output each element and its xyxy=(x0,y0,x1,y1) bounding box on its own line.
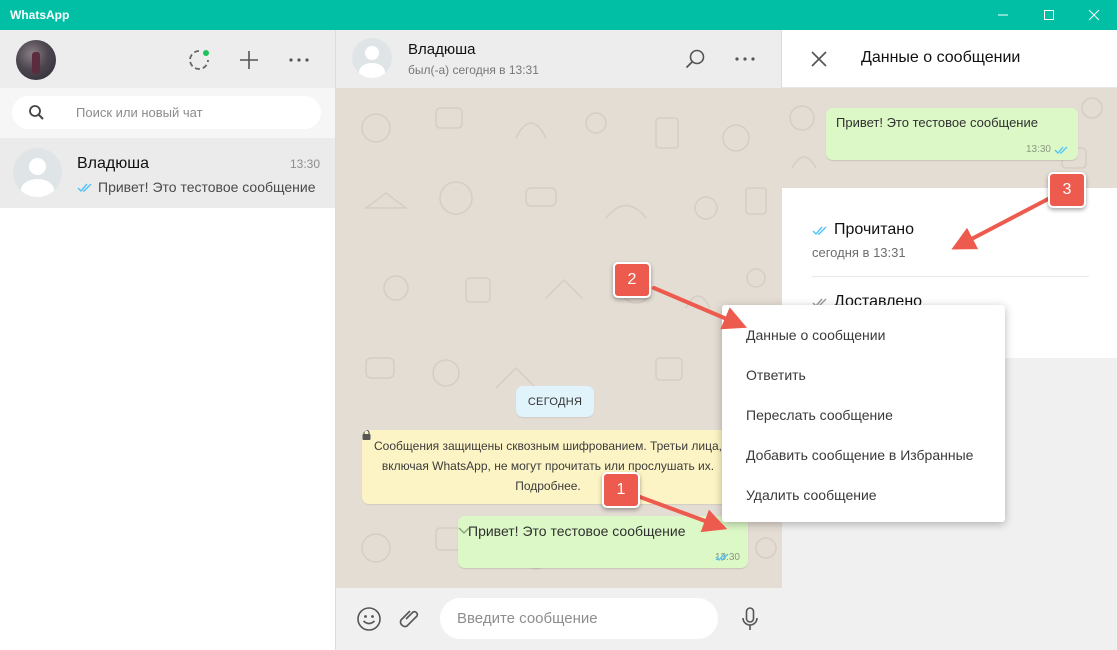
outgoing-message[interactable]: Привет! Это тестовое сообщение 13:30 xyxy=(458,516,748,568)
contact-avatar xyxy=(13,148,62,197)
status-icon xyxy=(189,50,209,70)
new-chat-button[interactable] xyxy=(237,48,261,72)
menu-button[interactable] xyxy=(287,48,311,72)
message-composer xyxy=(336,588,782,650)
chat-preview-text: Привет! Это тестовое сообщение xyxy=(98,179,316,195)
more-dots-icon xyxy=(735,57,755,61)
minimize-icon xyxy=(998,14,1008,16)
search-icon xyxy=(685,49,705,69)
more-dots-icon xyxy=(289,58,309,62)
double-check-icon xyxy=(812,226,827,235)
annotation-badge-2: 2 xyxy=(613,262,651,298)
read-status: Прочитано xyxy=(812,221,914,239)
chat-menu-button[interactable] xyxy=(733,47,757,71)
voice-message-button[interactable] xyxy=(737,606,763,632)
encryption-notice-text: Сообщения защищены сквозным шифрованием.… xyxy=(374,439,722,493)
double-check-icon xyxy=(715,553,729,561)
microphone-icon xyxy=(742,607,758,630)
search-box[interactable] xyxy=(12,96,321,129)
attach-button[interactable] xyxy=(397,606,423,632)
conversation-panel: Владюша был(-а) сегодня в 13:31 СЕГОДНЯ … xyxy=(336,30,782,650)
close-window-button[interactable] xyxy=(1071,0,1117,30)
chat-wallpaper: СЕГОДНЯ Сообщения защищены сквозным шифр… xyxy=(336,88,782,588)
chat-preview: Привет! Это тестовое сообщение xyxy=(77,179,316,195)
date-separator: СЕГОДНЯ xyxy=(516,386,594,417)
menu-item-delete[interactable]: Удалить сообщение xyxy=(722,475,1005,515)
search-icon xyxy=(29,105,44,120)
chat-list-header xyxy=(0,30,335,88)
details-title: Данные о сообщении xyxy=(861,49,1021,66)
read-time: сегодня в 13:31 xyxy=(812,245,906,260)
chat-name: Владюша xyxy=(77,155,149,172)
contact-header-avatar[interactable] xyxy=(352,38,392,78)
conversation-header[interactable]: Владюша был(-а) сегодня в 13:31 xyxy=(336,30,782,88)
chat-list-item[interactable]: Владюша 13:30 Привет! Это тестовое сообщ… xyxy=(0,138,335,208)
details-message-text: Привет! Это тестовое сообщение xyxy=(836,115,1038,130)
chevron-down-icon[interactable] xyxy=(458,527,470,535)
chat-list-panel: Владюша 13:30 Привет! Это тестовое сообщ… xyxy=(0,30,336,650)
search-area xyxy=(0,88,335,138)
encryption-notice[interactable]: Сообщения защищены сквозным шифрованием.… xyxy=(362,430,734,504)
divider xyxy=(812,276,1089,277)
menu-item-forward[interactable]: Переслать сообщение xyxy=(722,395,1005,435)
details-message-meta: 13:30 xyxy=(1026,144,1070,155)
read-label: Прочитано xyxy=(834,221,914,238)
chat-time: 13:30 xyxy=(289,157,320,171)
details-message-time: 13:30 xyxy=(1025,144,1051,155)
plus-icon xyxy=(240,51,258,69)
contact-status: был(-а) сегодня в 13:31 xyxy=(408,63,539,77)
lock-icon xyxy=(362,430,371,440)
annotation-badge-3: 3 xyxy=(1048,172,1086,208)
annotation-badge-1: 1 xyxy=(602,472,640,508)
smiley-icon xyxy=(357,607,381,631)
app-title: WhatsApp xyxy=(10,8,70,22)
contact-name: Владюша xyxy=(408,41,476,58)
maximize-button[interactable] xyxy=(1026,0,1072,30)
profile-avatar[interactable] xyxy=(16,40,56,80)
search-input[interactable] xyxy=(76,96,306,129)
message-text: Привет! Это тестовое сообщение xyxy=(468,523,686,539)
emoji-button[interactable] xyxy=(356,606,382,632)
close-details-button[interactable] xyxy=(807,47,831,71)
close-icon xyxy=(811,51,827,67)
doodle-pattern xyxy=(361,107,777,570)
chat-search-button[interactable] xyxy=(683,47,707,71)
double-check-icon xyxy=(1054,146,1068,154)
double-check-icon xyxy=(77,183,92,192)
maximize-icon xyxy=(1044,10,1054,20)
minimize-button[interactable] xyxy=(980,0,1026,30)
menu-item-star[interactable]: Добавить сообщение в Избранные xyxy=(722,435,1005,475)
message-context-menu: Данные о сообщении Ответить Переслать со… xyxy=(722,305,1005,522)
message-meta: 13:30 xyxy=(715,552,740,563)
paperclip-icon xyxy=(399,610,419,628)
menu-item-reply[interactable]: Ответить xyxy=(722,355,1005,395)
message-input[interactable] xyxy=(457,598,707,639)
details-header: Данные о сообщении xyxy=(782,30,1117,88)
message-input-box[interactable] xyxy=(440,598,718,639)
title-bar: WhatsApp xyxy=(0,0,1117,30)
status-button[interactable] xyxy=(187,48,211,72)
close-icon xyxy=(1088,9,1100,21)
details-message-bubble: Привет! Это тестовое сообщение 13:30 xyxy=(826,108,1078,160)
menu-item-message-info[interactable]: Данные о сообщении xyxy=(722,315,1005,355)
